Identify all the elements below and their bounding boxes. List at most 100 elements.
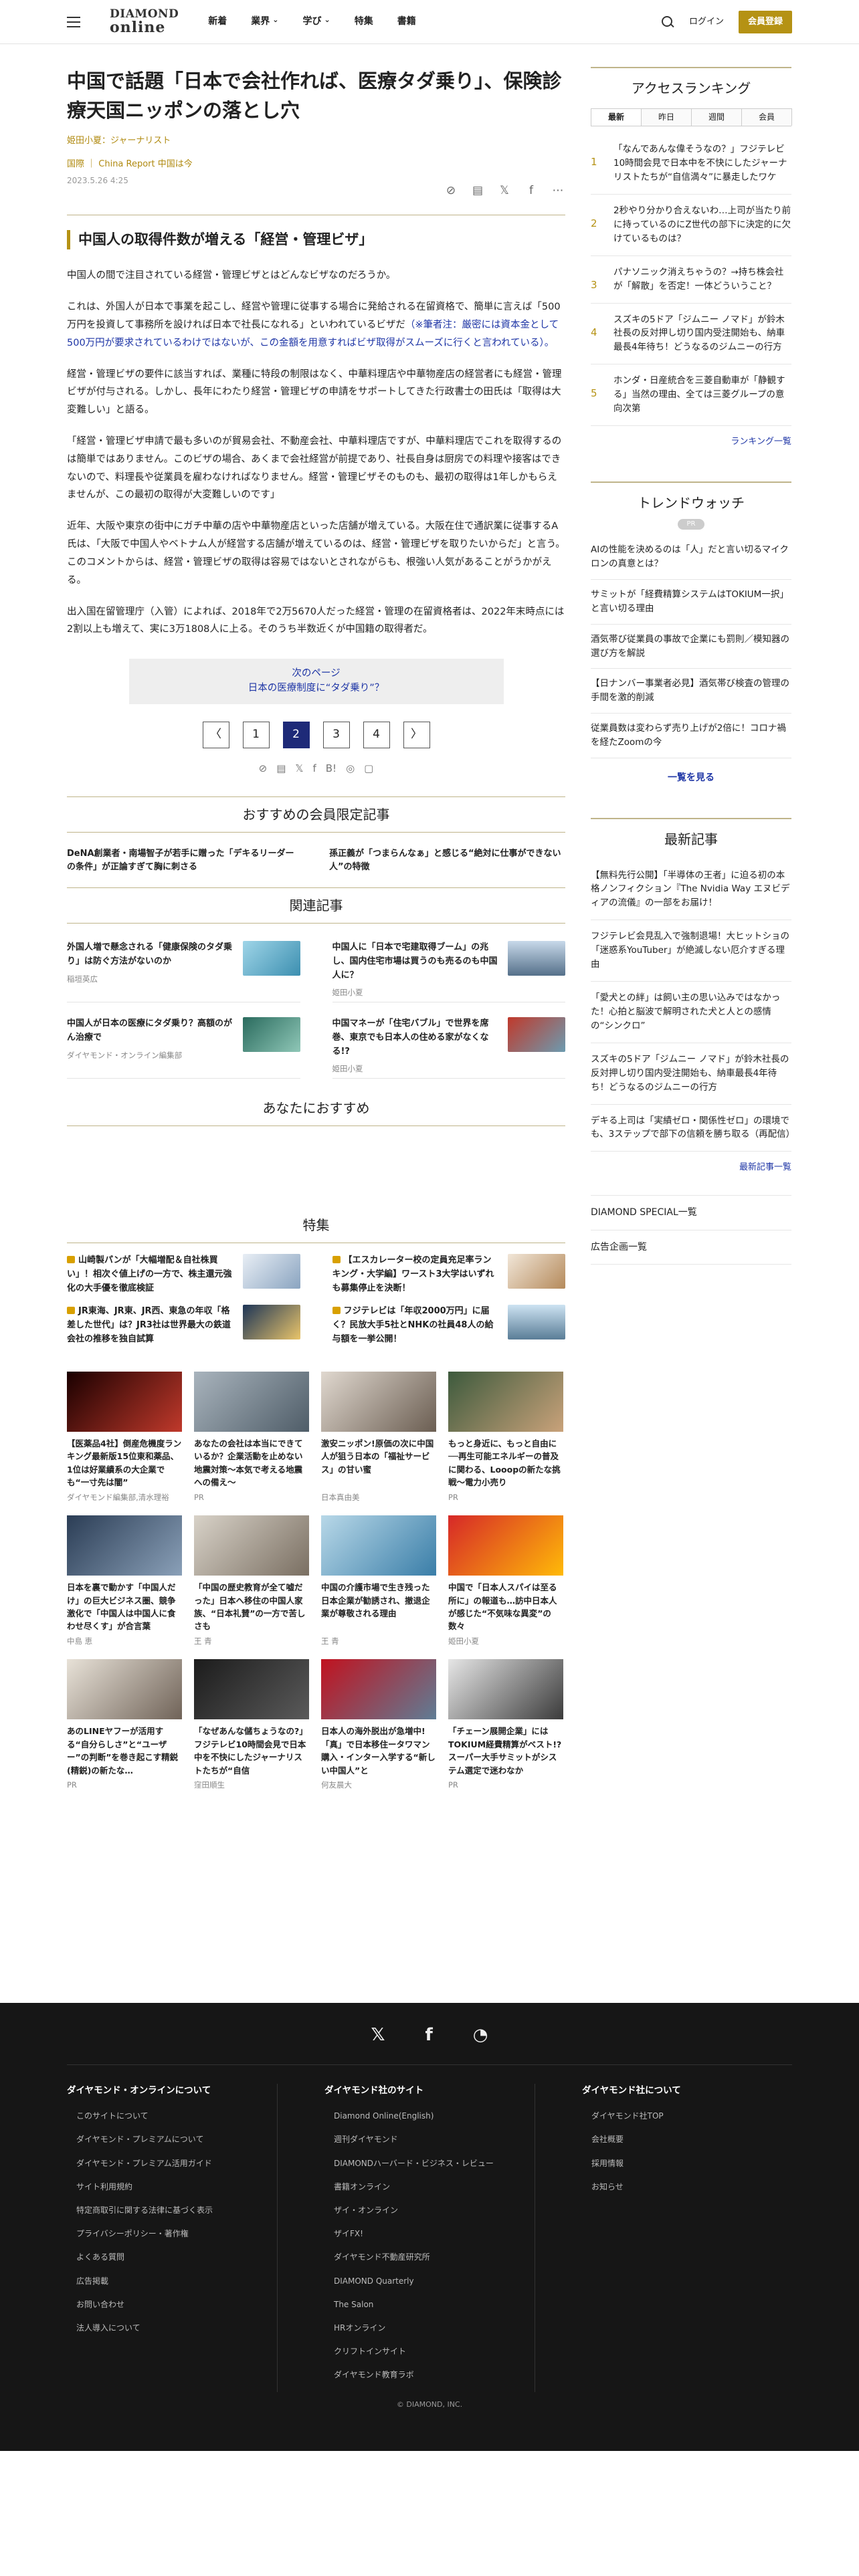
nav-new[interactable]: 新着 <box>208 14 227 29</box>
footer-link[interactable]: 会社概要 <box>582 2133 792 2146</box>
news-item[interactable]: 「愛犬との絆」は飼い主の思い込みではなかった！心拍と脳波で解明された犬と人との感… <box>591 982 791 1043</box>
next-page-box[interactable]: 次のページ 日本の医療制度に“タダ乗り”？ <box>128 659 504 704</box>
ranking-item[interactable]: 1 「なんであんな偉そうなの？」フジテレビ10時間会見で日本中を不快にしたジャーナ… <box>591 133 791 195</box>
page-3[interactable]: 3 <box>322 721 350 748</box>
trend-item[interactable]: 従業員数は変わらず売り上げが2倍に！コロナ禍を経たZoomの今 <box>591 714 791 759</box>
footer-link[interactable]: ダイヤモンド・プレミアム活用ガイド <box>67 2157 277 2170</box>
tab-weekly[interactable]: 週間 <box>691 108 742 126</box>
footer-link[interactable]: サイト利用規約 <box>67 2181 277 2193</box>
recommend-card[interactable]: あなたの会社は本当にできているか？企業活動を止めない地震対策〜本気で考える地震へ… <box>194 1371 309 1503</box>
ranking-item[interactable]: 2 2秒やり分かり合えないわ…上司が当たり前に持っているのにZ世代の部下に決定的に… <box>591 195 791 256</box>
ad-list-link[interactable]: 広告企画一覧 <box>591 1230 791 1265</box>
related-item[interactable]: 中国人が日本の医療にタダ乗り？高額のがん治療で ダイヤモンド・オンライン編集部 <box>67 1014 300 1079</box>
trend-item[interactable]: 【日ナンバー事業者必見】酒気帯び検査の管理の手間を激的削減 <box>591 669 791 714</box>
next-page-button[interactable]: 〉 <box>403 721 430 748</box>
author-link[interactable]: 姫田小夏：ジャーナリスト <box>67 134 565 148</box>
category-link[interactable]: 国際 ｜ China Report 中国は今 <box>67 158 565 172</box>
x-share-icon[interactable]: 𝕏 <box>295 760 303 776</box>
facebook-share-icon[interactable]: f <box>312 760 316 776</box>
footer-link[interactable]: お知らせ <box>582 2181 792 2193</box>
recommend-card[interactable]: あのLINEヤフーが活用する“自分らしさ”と“ユーザー”の判断”を巻き起こす精鋭… <box>67 1659 182 1791</box>
site-logo[interactable]: DIAMOND online <box>110 9 179 35</box>
special-list-link[interactable]: DIAMOND SPECIAL一覧 <box>591 1195 791 1230</box>
footer-link[interactable]: ダイヤモンド・プレミアムについて <box>67 2133 277 2146</box>
footer-link[interactable]: 週刊ダイヤモンド <box>324 2133 535 2146</box>
footer-link[interactable]: ダイヤモンド教育ラボ <box>324 2369 535 2381</box>
news-item[interactable]: フジテレビ会見乱入で強制退場！大ヒットショの「迷惑系YouTuber」が絶滅しな… <box>591 920 791 982</box>
trend-more-link[interactable]: 一覧を見る <box>591 770 791 785</box>
tab-member[interactable]: 会員 <box>741 108 792 126</box>
menu-icon[interactable] <box>67 16 80 27</box>
special-item[interactable]: JR東海、JR東、JR西、東急の年収「格差した世代」は？JR3社は世界最大の鉄道… <box>67 1304 300 1345</box>
footer-link[interactable]: このサイトについて <box>67 2110 277 2123</box>
trend-item[interactable]: 酒気帯び従業員の事故で企業にも罰則／模知器の選び方を解説 <box>591 625 791 669</box>
print-icon[interactable]: ▤ <box>276 760 286 776</box>
nav-special[interactable]: 特集 <box>355 14 373 29</box>
footer-link[interactable]: プライバシーポリシー・著作権 <box>67 2228 277 2240</box>
tab-yesterday[interactable]: 昨日 <box>641 108 692 126</box>
nav-books[interactable]: 書籍 <box>397 14 416 29</box>
footer-link[interactable]: ダイヤモンド不動産研究所 <box>324 2251 535 2264</box>
footer-link[interactable]: ザイ・オンライン <box>324 2204 535 2217</box>
footer-link[interactable]: 採用情報 <box>582 2157 792 2170</box>
line-icon[interactable]: ◎ <box>346 760 355 776</box>
prev-page-button[interactable]: 〈 <box>202 721 229 748</box>
nav-learn[interactable]: 学び <box>303 14 330 29</box>
copy-icon[interactable]: ▢ <box>364 760 373 776</box>
x-share-icon[interactable]: 𝕏 <box>497 182 512 200</box>
recommend-card[interactable]: 「チェーン展開企業」にはTOKIUM経費精算がベスト!?スーパー大手サミットがシ… <box>448 1659 563 1791</box>
signup-button[interactable]: 会員登録 <box>738 10 792 34</box>
news-item[interactable]: デキる上司は「実績ゼロ・関係性ゼロ」の環境でも、3ステップで部下の信頼を勝ち取る… <box>591 1105 795 1152</box>
recommend-card[interactable]: 【医薬品4社】倒産危機度ランキング最新版15位東和薬品、1位は好業績系の大企業で… <box>67 1371 182 1503</box>
facebook-share-icon[interactable]: f <box>524 182 539 200</box>
special-item[interactable]: 山崎製パンが「大幅増配＆自社株買い」！相次ぐ値上げの一方で、株主還元強化の大手優… <box>67 1253 300 1294</box>
trend-item[interactable]: AIの性能を決めるのは「人」だと言い切るマイクロンの真意とは？ <box>591 535 791 580</box>
footer-link[interactable]: 特定商取引に関する法律に基づく表示 <box>67 2204 277 2217</box>
more-icon[interactable]: ⋯ <box>551 182 565 200</box>
page-2-current[interactable]: 2 <box>282 721 310 748</box>
news-item[interactable]: スズキの5ドア「ジムニー ノマド」が鈴木社長の反対押し切り国内受注開始も、納車最… <box>591 1043 791 1105</box>
recommend-card[interactable]: 中国で「日本人スパイは至る所に」の報道も…訪中日本人が感じた“不気味な異変”の数… <box>448 1515 563 1647</box>
footer-link[interactable]: Diamond Online(English) <box>324 2110 535 2123</box>
login-link[interactable]: ログイン <box>689 15 724 29</box>
related-item[interactable]: 中国マネーが「住宅バブル」で世界を席巻、東京でも日本人の住める家がなくなる!? 姫… <box>332 1014 565 1079</box>
related-item[interactable]: 中国人に「日本で宅建取得ブーム」の兆し、国内住宅市場は買うのも売るのも中国人に？… <box>332 938 565 1002</box>
special-item[interactable]: 【エスカレーター校の定員充足率ランキング・大学編】ワースト3大学はいずれも募集停… <box>332 1253 565 1294</box>
ranking-item[interactable]: 3 パナソニック消えちゃうの？→持ち株会社が「解散」を否定！一体どういうこと？ <box>591 256 791 304</box>
footer-link[interactable]: DIAMONDハーバード・ビジネス・レビュー <box>324 2157 535 2170</box>
clip-icon[interactable]: ⊘ <box>444 182 458 200</box>
clip-icon[interactable]: ⊘ <box>259 760 268 776</box>
ranking-item[interactable]: 5 ホンダ・日産統合を三菱自動車が「静観する」当然の理由、全ては三菱グループの意向… <box>591 364 791 427</box>
recommend-card[interactable]: 日本人の海外脱出が急増中!「真」で日本移住ータワマン購入・インター入学する“新し… <box>321 1659 436 1791</box>
facebook-icon[interactable]: f <box>425 2022 432 2050</box>
footer-link[interactable]: クリフトインサイト <box>324 2345 535 2358</box>
news-more-link[interactable]: 最新記事一覧 <box>591 1161 791 1175</box>
search-icon[interactable] <box>661 15 674 29</box>
footer-link[interactable]: DIAMOND Quarterly <box>324 2275 535 2288</box>
recommend-card[interactable]: 激安ニッポン!原価の次に中国人が狙う日本の「福祉サービス」の甘い蜜 日本真由美 <box>321 1371 436 1503</box>
ranking-more-link[interactable]: ランキング一覧 <box>591 435 791 449</box>
nav-industry[interactable]: 業界 <box>251 14 278 29</box>
footer-link[interactable]: ザイFX! <box>324 2228 535 2240</box>
recommend-card[interactable]: 日本を裏で動かす「中国人だけ」の巨大ビジネス圏、競争激化で「中国人は中国人に食わ… <box>67 1515 182 1647</box>
recommend-card[interactable]: 中国の介護市場で生き残った日本企業が勧誘され、撤退企業が尊敬される理由王 青 <box>321 1515 436 1647</box>
footer-link[interactable]: ダイヤモンド社TOP <box>582 2110 792 2123</box>
rss-icon[interactable]: ◔ <box>473 2022 488 2050</box>
footer-link[interactable]: 広告掲載 <box>67 2275 277 2288</box>
footer-link[interactable]: 書籍オンライン <box>324 2181 535 2193</box>
recommend-card[interactable]: 「なぜあんな儲ちょうなの?」フジテレビ10時間会見で日本中を不快にしたジャーナリ… <box>194 1659 309 1791</box>
page-4[interactable]: 4 <box>363 721 390 748</box>
page-1[interactable]: 1 <box>242 721 270 748</box>
special-item[interactable]: フジテレビは「年収2000万円」に届く？民放大手5社とNHKの社員48人の給与額… <box>332 1304 565 1345</box>
member-article[interactable]: DeNA創業者・南場智子が若手に贈った「デキるリーダーの条件」が正論すぎて胸に刺… <box>67 847 302 874</box>
tab-latest[interactable]: 最新 <box>591 108 642 126</box>
footer-link[interactable]: よくある質問 <box>67 2251 277 2264</box>
footer-link[interactable]: The Salon <box>324 2298 535 2311</box>
hatena-icon[interactable]: B! <box>326 760 337 776</box>
related-item[interactable]: 外国人増で懸念される「健康保険のタダ乗り」は防ぐ方法がないのか 稲垣英広 <box>67 938 300 1002</box>
print-icon[interactable]: ▤ <box>470 182 485 200</box>
ranking-item[interactable]: 4 スズキの5ドア「ジムニー ノマド」が鈴木社長の反対押し切り国内受注開始も、納車… <box>591 304 791 365</box>
member-article[interactable]: 孫正義が「つまらんなぁ」と感じる“絶対に仕事ができない人”の特徴 <box>329 847 565 874</box>
footer-link[interactable]: HRオンライン <box>324 2322 535 2335</box>
news-item[interactable]: 【無料先行公開】「半導体の王者」に迫る初の本格ノンフィクション『The Nvid… <box>591 859 791 921</box>
